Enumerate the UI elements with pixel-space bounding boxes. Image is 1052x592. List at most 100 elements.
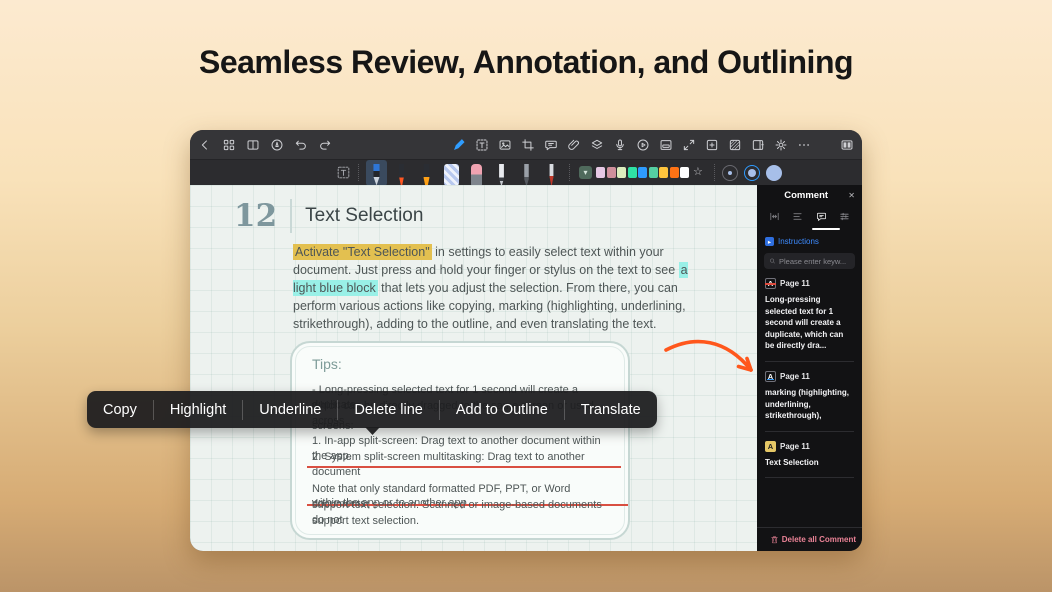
- page-background: Seamless Review, Annotation, and Outlini…: [0, 0, 1052, 592]
- comment-entry[interactable]: A Page 11 Text Selection: [765, 441, 854, 479]
- more-ellipsis-icon[interactable]: [797, 138, 811, 152]
- mask-tool-icon[interactable]: [728, 138, 742, 152]
- color-swatch[interactable]: [607, 167, 616, 178]
- stroke-size-group: [722, 165, 782, 181]
- color-swatch[interactable]: [649, 167, 658, 178]
- chapter-title: Text Selection: [305, 205, 423, 227]
- search-bar[interactable]: [764, 253, 855, 269]
- struck-through-text: 2. System split-screen multitasking: Dra…: [312, 450, 617, 480]
- toolbar-left-group: [198, 138, 332, 152]
- divider: [714, 164, 715, 181]
- divider: [765, 361, 854, 362]
- side-panel-tool-icon[interactable]: [751, 138, 765, 152]
- instructions-link[interactable]: ▸ Instructions: [757, 230, 862, 248]
- comment-entry[interactable]: A Page 11 marking (highlighting, underli…: [765, 371, 854, 432]
- gel-pen-tool[interactable]: [516, 160, 537, 186]
- divider: [569, 164, 570, 181]
- toolbar-main: [190, 130, 862, 159]
- color-swatch[interactable]: [670, 167, 679, 178]
- highlight-button[interactable]: Highlight: [154, 402, 242, 418]
- two-page-view-icon[interactable]: [246, 138, 260, 152]
- color-swatch[interactable]: [680, 167, 689, 178]
- redo-icon[interactable]: [318, 138, 332, 152]
- text-box-tool-icon[interactable]: [475, 138, 489, 152]
- delete-line-button[interactable]: Delete line: [338, 402, 439, 418]
- screen-popup-tool-icon[interactable]: [659, 138, 673, 152]
- add-page-tool-icon[interactable]: [705, 138, 719, 152]
- reader-view-icon[interactable]: [840, 138, 854, 152]
- comment-panel-title: Comment: [764, 190, 848, 201]
- color-swatch[interactable]: [596, 167, 605, 178]
- fullscreen-tool-icon[interactable]: [682, 138, 696, 152]
- color-swatch[interactable]: [628, 167, 637, 178]
- ballpoint-pen-tool[interactable]: [541, 160, 562, 186]
- divider: [765, 431, 854, 432]
- crop-tool-icon[interactable]: [521, 138, 535, 152]
- ballpoint-pen-icon: [548, 164, 556, 186]
- comment-entry[interactable]: A Page 11 Long-pressing selected text fo…: [765, 278, 854, 362]
- body-paragraph: Activate "Text Selection" in settings to…: [293, 243, 713, 333]
- tips-note: support text selection.: [312, 514, 617, 529]
- stroke-size-large[interactable]: [766, 165, 782, 181]
- undo-icon[interactable]: [294, 138, 308, 152]
- fountain-pen-tool[interactable]: [366, 160, 387, 186]
- comment-panel: Comment ✕ ▸ Instructions: [757, 185, 862, 551]
- add-to-outline-button[interactable]: Add to Outline: [440, 402, 564, 418]
- comment-page-label: Page 11: [780, 442, 810, 451]
- yellow-highlighted-text: Activate "Text Selection": [293, 244, 432, 260]
- text-tool-indicator-icon[interactable]: [336, 165, 351, 180]
- orange-arrow-annotation: [650, 330, 770, 388]
- eraser-icon: [471, 164, 482, 186]
- strikethrough-annotation-icon: A: [765, 278, 776, 289]
- comment-tool-icon[interactable]: [544, 138, 558, 152]
- mechanical-pencil-tool[interactable]: [491, 160, 512, 186]
- laser-pointer-icon[interactable]: [270, 138, 284, 152]
- back-icon[interactable]: [198, 138, 212, 152]
- eraser-tool[interactable]: [466, 160, 487, 186]
- striped-highlighter-tool[interactable]: [441, 160, 462, 186]
- tab-filter-sliders-icon[interactable]: [839, 209, 850, 227]
- tab-comments-icon[interactable]: [816, 209, 827, 227]
- stroke-size-small[interactable]: [722, 165, 738, 181]
- highlighter-pen-tool[interactable]: [416, 160, 437, 186]
- marker-pen-tool[interactable]: [391, 160, 412, 186]
- settings-gear-icon[interactable]: [774, 138, 788, 152]
- close-icon[interactable]: ✕: [848, 191, 855, 200]
- tab-outline-list-icon[interactable]: [792, 209, 803, 227]
- microphone-tool-icon[interactable]: [613, 138, 627, 152]
- search-icon: [769, 257, 776, 265]
- fountain-pen-icon: [373, 164, 381, 186]
- comment-text: Long-pressing selected text for 1 second…: [765, 294, 854, 352]
- comment-panel-tabs: [757, 206, 862, 230]
- image-tool-icon[interactable]: [498, 138, 512, 152]
- grid-view-icon[interactable]: [222, 138, 236, 152]
- stroke-size-medium[interactable]: [744, 165, 760, 181]
- comment-list: A Page 11 Long-pressing selected text fo…: [757, 278, 862, 478]
- copy-button[interactable]: Copy: [87, 402, 153, 418]
- divider: [358, 164, 359, 181]
- color-dropdown-chevron-icon[interactable]: ▾: [579, 166, 592, 179]
- tab-page-width-icon[interactable]: [769, 209, 780, 227]
- color-swatch[interactable]: [659, 167, 668, 178]
- pen-tray: [366, 160, 562, 186]
- pen-tool-icon[interactable]: [452, 138, 466, 152]
- favorite-star-icon[interactable]: ☆: [693, 167, 703, 178]
- comment-page-label: Page 11: [780, 372, 810, 381]
- trash-icon: [770, 535, 779, 544]
- tips-box: Tips: - Long-pressing selected text for …: [290, 341, 630, 540]
- color-swatch[interactable]: [638, 167, 647, 178]
- layers-tool-icon[interactable]: [590, 138, 604, 152]
- mechanical-pencil-icon: [498, 164, 506, 186]
- active-tab-underline: [812, 228, 840, 230]
- search-input[interactable]: [779, 257, 850, 266]
- translate-button[interactable]: Translate: [565, 402, 657, 418]
- color-swatch[interactable]: [617, 167, 626, 178]
- instructions-icon: ▸: [765, 237, 774, 246]
- underline-button[interactable]: Underline: [243, 402, 337, 418]
- highlighter-pen-icon: [423, 164, 431, 186]
- attachment-tool-icon[interactable]: [567, 138, 581, 152]
- striped-highlighter-icon: [444, 164, 459, 186]
- delete-all-comments-button[interactable]: Delete all Comment: [757, 527, 862, 551]
- marker-pen-icon: [398, 164, 406, 186]
- record-tool-icon[interactable]: [636, 138, 650, 152]
